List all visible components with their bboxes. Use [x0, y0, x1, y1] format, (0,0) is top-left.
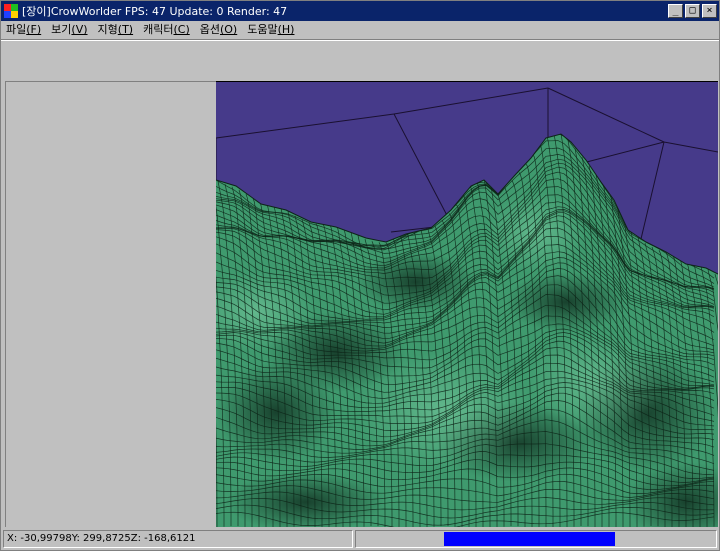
- sky-grid-line: [216, 113, 395, 139]
- menu-view[interactable]: 보기(V): [46, 21, 92, 39]
- menu-view-label: 보기: [51, 23, 72, 36]
- menu-terrain-label: 지형: [97, 23, 118, 36]
- left-panel[interactable]: [5, 81, 216, 527]
- close-button[interactable]: ×: [702, 4, 717, 18]
- menu-separator: [1, 39, 719, 41]
- 3d-viewport[interactable]: [216, 81, 718, 527]
- sky-grid-line: [393, 87, 549, 115]
- maximize-button[interactable]: □: [685, 4, 700, 18]
- menu-options-mnemonic: (O): [219, 23, 238, 36]
- menu-character-mnemonic: (C): [173, 23, 190, 36]
- menu-help-mnemonic: (H): [277, 23, 295, 36]
- menu-help-label: 도움말: [247, 23, 278, 36]
- menu-file-mnemonic: (F): [26, 23, 42, 36]
- terrain-mesh: [216, 134, 718, 527]
- menu-character[interactable]: 캐릭터(C): [138, 21, 195, 39]
- menu-terrain-mnemonic: (T): [117, 23, 134, 36]
- menu-help[interactable]: 도움말(H): [242, 21, 299, 39]
- status-bar: X: -30,99798Y: 299,8725Z: -168,6121: [1, 529, 719, 550]
- menu-bar: 파일(F) 보기(V) 지형(T) 캐릭터(C) 옵션(O) 도움말(H): [1, 21, 719, 39]
- sky-grid-line: [393, 113, 453, 226]
- menu-character-label: 캐릭터: [143, 23, 174, 36]
- progress-bar-fill: [444, 532, 615, 546]
- menu-file-label: 파일: [6, 23, 27, 36]
- title-bar[interactable]: [장이]CrowWorlder FPS: 47 Update: 0 Render…: [1, 1, 719, 21]
- window-title: [장이]CrowWorlder FPS: 47 Update: 0 Render…: [22, 5, 288, 18]
- minimize-button[interactable]: _: [668, 4, 683, 18]
- menu-view-mnemonic: (V): [71, 23, 88, 36]
- menu-file[interactable]: 파일(F): [1, 21, 46, 39]
- terrain-scene[interactable]: [216, 82, 718, 527]
- status-progress-pane: [355, 530, 717, 548]
- menu-terrain[interactable]: 지형(T): [93, 21, 139, 39]
- app-icon[interactable]: [4, 4, 18, 18]
- status-coordinates: X: -30,99798Y: 299,8725Z: -168,6121: [3, 530, 353, 548]
- window-controls: _ □ ×: [668, 4, 717, 18]
- menu-options-label: 옵션: [199, 23, 220, 36]
- sky-grid-line: [547, 87, 665, 143]
- menu-options[interactable]: 옵션(O): [195, 21, 243, 39]
- app-window: [장이]CrowWorlder FPS: 47 Update: 0 Render…: [0, 0, 720, 551]
- sky-grid-line: [663, 141, 718, 153]
